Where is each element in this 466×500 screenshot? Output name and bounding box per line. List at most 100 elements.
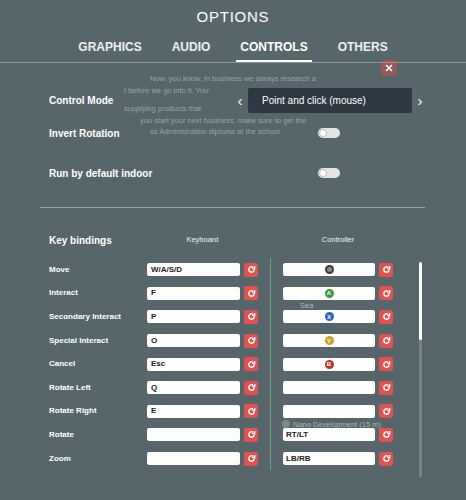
column-divider: [258, 447, 283, 471]
divider-line: [270, 258, 271, 282]
column-divider: [258, 305, 283, 329]
reset-icon: [247, 430, 256, 439]
binding-row: Special InteractO Y: [49, 329, 393, 353]
location-icon: [282, 420, 290, 428]
action-label: Special Interact: [49, 335, 147, 347]
tab[interactable]: OTHERS: [334, 34, 392, 62]
reset-button[interactable]: [379, 428, 393, 442]
action-label: Rotate Right: [49, 405, 147, 417]
reset-icon: [247, 312, 256, 321]
keyboard-binding-field[interactable]: [147, 428, 240, 441]
reset-button[interactable]: [379, 334, 393, 348]
controller-button-icon: X: [325, 312, 334, 321]
binding-row: Rotate LeftQ: [49, 376, 393, 400]
binding-rows: MoveW/A/S/DInteractFASecondary InteractP…: [49, 258, 393, 470]
reset-icon: [247, 383, 256, 392]
scene-label: Sea: [300, 301, 313, 310]
reset-icon: [382, 265, 391, 274]
tab[interactable]: CONTROLS: [236, 34, 311, 62]
reset-icon: [382, 360, 391, 369]
reset-icon: [247, 336, 256, 345]
next-button[interactable]: ›: [412, 93, 428, 108]
reset-button[interactable]: [379, 452, 393, 466]
controller-binding-field[interactable]: A: [283, 287, 375, 300]
reset-button[interactable]: [379, 310, 393, 324]
reset-icon: [247, 407, 256, 416]
reset-button[interactable]: [244, 263, 258, 277]
scrollbar[interactable]: [419, 262, 422, 477]
binding-row: RotateRT/LT: [49, 423, 393, 447]
controller-binding-field[interactable]: [283, 263, 375, 276]
reset-button[interactable]: [379, 286, 393, 300]
key-bindings-header: Key bindingsKeyboardController: [49, 233, 428, 247]
keyboard-binding-field[interactable]: Q: [147, 381, 240, 394]
divider-line: [270, 352, 271, 376]
binding-text: LB/RB: [286, 455, 310, 463]
controller-binding-field[interactable]: Y: [283, 334, 375, 347]
options-screen: Now, you know, in business we always res…: [0, 0, 466, 500]
key-bindings-list: MoveW/A/S/DInteractFASecondary InteractP…: [49, 258, 428, 477]
tab[interactable]: AUDIO: [168, 34, 215, 62]
reset-icon: [382, 312, 391, 321]
reset-button[interactable]: [244, 334, 258, 348]
action-label: Zoom: [49, 453, 147, 465]
reset-icon: [382, 336, 391, 345]
toggle-switch[interactable]: [318, 168, 340, 178]
reset-button[interactable]: [379, 404, 393, 418]
binding-row: Zoom LB/RB: [49, 447, 393, 471]
column-header: Keyboard: [147, 234, 258, 245]
reset-icon: [247, 265, 256, 274]
reset-button[interactable]: [244, 286, 258, 300]
keyboard-binding-field[interactable]: P: [147, 310, 240, 323]
keyboard-binding-field[interactable]: F: [147, 287, 240, 300]
controller-binding-field[interactable]: B: [283, 358, 375, 371]
reset-button[interactable]: [244, 381, 258, 395]
divider-line: [270, 329, 271, 353]
column-divider: [258, 258, 283, 282]
scrollbar-thumb[interactable]: [419, 262, 422, 340]
controller-binding-field[interactable]: [283, 405, 375, 418]
action-label: Cancel: [49, 358, 147, 370]
tab[interactable]: GRAPHICS: [74, 34, 145, 62]
toggle-switch[interactable]: [318, 128, 340, 138]
column-divider: [258, 423, 283, 447]
divider-line: [270, 282, 271, 306]
reset-button[interactable]: [379, 263, 393, 277]
control-mode-select[interactable]: Point and click (mouse): [248, 88, 412, 113]
reset-icon: [247, 360, 256, 369]
divider-line: [270, 400, 271, 424]
reset-button[interactable]: [244, 310, 258, 324]
settings: Control Mode‹Point and click (mouse)›Inv…: [0, 63, 466, 477]
keyboard-binding-field[interactable]: O: [147, 334, 240, 347]
setting-label: Run by default indoor: [49, 166, 318, 181]
keyboard-binding-field[interactable]: [147, 452, 240, 465]
controller-binding-field[interactable]: RT/LT: [283, 428, 375, 441]
reset-icon: [382, 407, 391, 416]
tab-bar: GRAPHICS AUDIO CONTROLS OTHERS: [0, 34, 466, 63]
tooltip-line: supplying products that: [124, 104, 201, 113]
reset-icon: [382, 454, 391, 463]
tooltip-line: you start your next business, make sure …: [140, 116, 306, 125]
keyboard-binding-field[interactable]: Esc: [147, 358, 240, 371]
reset-button[interactable]: [244, 428, 258, 442]
setting-label: Control Mode: [49, 93, 232, 108]
keyboard-binding-field[interactable]: W/A/S/D: [147, 263, 240, 276]
column-divider: [258, 352, 283, 376]
keyboard-binding-field[interactable]: E: [147, 405, 240, 418]
tooltip-line: t before we go into it. You': [124, 86, 210, 95]
previous-button[interactable]: ‹: [232, 93, 248, 108]
controller-binding-field[interactable]: LB/RB: [283, 452, 375, 465]
reset-button[interactable]: [379, 357, 393, 371]
reset-button[interactable]: [244, 357, 258, 371]
binding-row: CancelEsc B: [49, 352, 393, 376]
column-divider: [258, 329, 283, 353]
controller-binding-field[interactable]: X: [283, 310, 375, 323]
reset-button[interactable]: [244, 452, 258, 466]
reset-button[interactable]: [244, 404, 258, 418]
column-divider: [258, 282, 283, 306]
action-label: Interact: [49, 287, 147, 299]
controller-binding-field[interactable]: [283, 381, 375, 394]
options-panel: OPTIONSGRAPHICSAUDIOCONTROLSOTHERSContro…: [0, 0, 466, 477]
reset-button[interactable]: [379, 381, 393, 395]
controller-button-icon: B: [325, 360, 334, 369]
